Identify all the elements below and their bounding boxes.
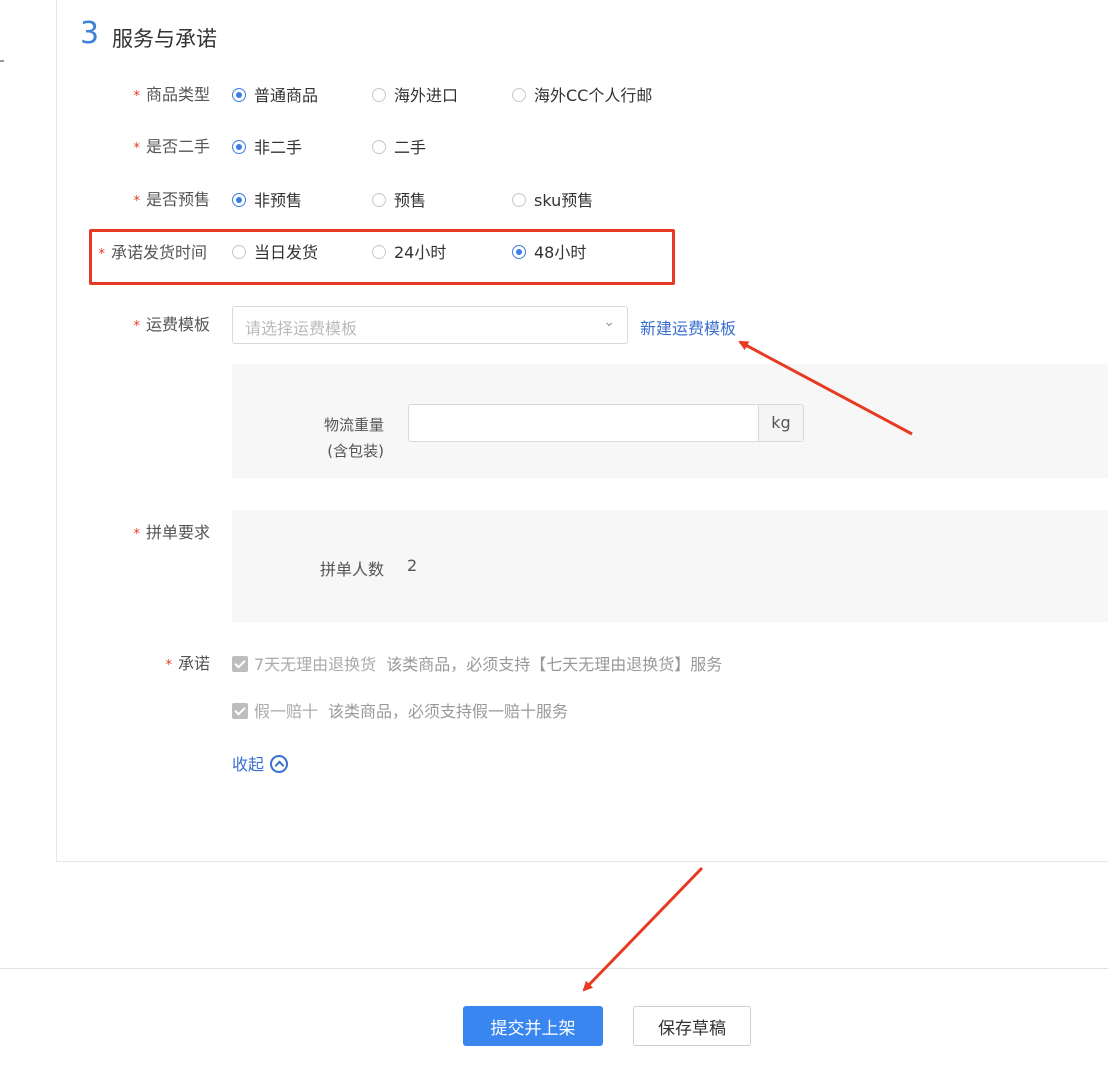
freight-placeholder: 请选择运费模板 — [245, 319, 358, 338]
radio-ring — [512, 88, 526, 102]
group-requirement-label: * 拼单要求 — [133, 523, 210, 542]
promise-checkbox-fake: 假一赔十 该类商品，必须支持假一赔十服务 — [232, 701, 568, 723]
freight-label: * 运费模板 — [133, 315, 210, 334]
required-mark: * — [133, 89, 140, 104]
radio-presale-no[interactable]: 非预售 — [232, 190, 302, 212]
radio-ring — [372, 193, 386, 207]
radio-product-type-normal[interactable]: 普通商品 — [232, 85, 318, 107]
checkbox-checked-icon — [232, 656, 248, 672]
radio-ring — [372, 140, 386, 154]
radio-ring — [512, 245, 526, 259]
edge-mark — [0, 60, 4, 62]
submit-and-publish-button[interactable]: 提交并上架 — [463, 1006, 603, 1046]
checkbox-checked-icon — [232, 703, 248, 719]
radio-second-hand-no[interactable]: 非二手 — [232, 137, 302, 159]
radio-ring — [372, 245, 386, 259]
arrow-to-submit-button — [582, 866, 704, 992]
weight-input[interactable]: kg — [408, 404, 804, 442]
section-title: 服务与承诺 — [112, 27, 217, 51]
second-hand-label: * 是否二手 — [133, 137, 210, 156]
chevron-up-circle-icon — [270, 755, 289, 773]
required-mark: * — [133, 194, 140, 209]
required-mark: * — [98, 247, 105, 262]
footer-divider — [0, 968, 1108, 969]
promise-label: * 承诺 — [165, 654, 210, 673]
promise-checkbox-7day: 7天无理由退换货 该类商品，必须支持【七天无理由退换货】服务 — [232, 654, 722, 676]
ship-time-label: * 承诺发货时间 — [98, 243, 207, 262]
radio-ring — [232, 88, 246, 102]
required-mark: * — [165, 658, 172, 673]
weight-label: 物流重量 (含包装) — [323, 416, 384, 460]
weight-unit: kg — [758, 405, 803, 441]
radio-product-type-import[interactable]: 海外进口 — [372, 85, 458, 107]
presale-label: * 是否预售 — [133, 190, 210, 209]
group-count-label: 拼单人数 — [319, 560, 384, 579]
save-draft-button[interactable]: 保存草稿 — [633, 1006, 751, 1046]
radio-product-type-cc[interactable]: 海外CC个人行邮 — [512, 85, 652, 107]
group-count-value: 2 — [407, 556, 418, 575]
collapse-toggle[interactable]: 收起 — [232, 751, 289, 775]
radio-ship-48h[interactable]: 48小时 — [512, 242, 586, 264]
chevron-down-icon: ⌄ — [603, 314, 615, 330]
radio-ring — [232, 140, 246, 154]
new-freight-template-link[interactable]: 新建运费模板 — [640, 315, 736, 339]
radio-ring — [232, 245, 246, 259]
product-type-label: * 商品类型 — [133, 85, 210, 104]
section-number: 3 — [80, 16, 100, 51]
radio-ring — [512, 193, 526, 207]
required-mark: * — [133, 527, 140, 542]
radio-ring — [232, 193, 246, 207]
radio-ring — [372, 88, 386, 102]
required-mark: * — [133, 319, 140, 334]
required-mark: * — [133, 141, 140, 156]
radio-ship-24h[interactable]: 24小时 — [372, 242, 446, 264]
radio-second-hand-yes[interactable]: 二手 — [372, 137, 426, 159]
radio-presale-sku[interactable]: sku预售 — [512, 190, 593, 212]
radio-ship-same-day[interactable]: 当日发货 — [232, 242, 318, 264]
freight-template-select[interactable]: 请选择运费模板 ⌄ — [232, 306, 628, 344]
radio-presale-yes[interactable]: 预售 — [372, 190, 426, 212]
